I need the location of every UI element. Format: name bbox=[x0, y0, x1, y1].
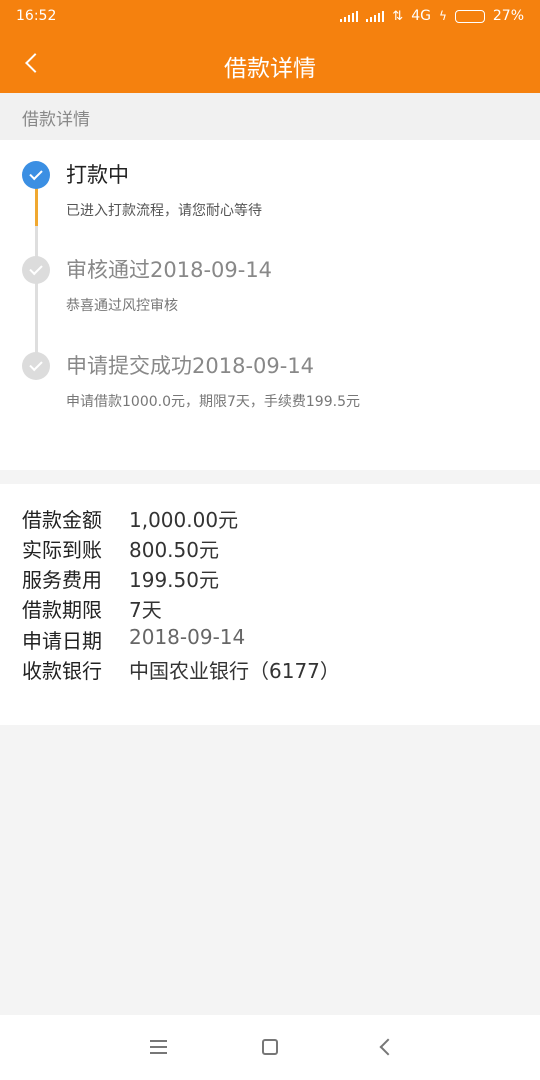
network-type: 4G bbox=[411, 8, 431, 24]
detail-value: 1,000.00元 bbox=[129, 508, 239, 532]
back-icon[interactable] bbox=[379, 1038, 397, 1056]
step-done-icon bbox=[22, 352, 50, 380]
signal-icon-2 bbox=[366, 10, 385, 22]
detail-row: 服务费用 199.50元 bbox=[22, 564, 219, 593]
status-icons: ⇅ 4G ϟ 27% bbox=[340, 8, 524, 24]
step-active-icon bbox=[22, 161, 50, 189]
step-title: 审核通过2018-09-14 bbox=[66, 258, 273, 282]
detail-row: 申请日期 2018-09-14 bbox=[22, 625, 245, 654]
detail-row: 收款银行 中国农业银行（6177） bbox=[22, 655, 340, 684]
system-nav-bar bbox=[0, 1015, 540, 1080]
detail-label: 实际到账 bbox=[22, 538, 102, 562]
step-title: 打款中 bbox=[66, 163, 129, 187]
step-done-icon bbox=[22, 256, 50, 284]
status-bar: 16:52 ⇅ 4G ϟ 27% bbox=[0, 0, 540, 33]
step-desc: 恭喜通过风控审核 bbox=[66, 298, 178, 314]
step-desc: 已进入打款流程，请您耐心等待 bbox=[66, 203, 262, 219]
home-icon[interactable] bbox=[262, 1039, 278, 1055]
loan-details: 借款金额 1,000.00元 实际到账 800.50元 服务费用 199.50元… bbox=[0, 484, 540, 725]
step-desc: 申请借款1000.0元，期限7天，手续费199.5元 bbox=[66, 394, 360, 410]
step-title: 申请提交成功2018-09-14 bbox=[66, 354, 315, 378]
detail-row: 实际到账 800.50元 bbox=[22, 534, 219, 563]
detail-value: 199.50元 bbox=[129, 568, 219, 592]
detail-label: 收款银行 bbox=[22, 659, 102, 683]
detail-label: 借款期限 bbox=[22, 598, 102, 622]
section-header-label: 借款详情 bbox=[22, 110, 90, 130]
timeline-progress-line bbox=[35, 188, 38, 226]
detail-label: 服务费用 bbox=[22, 568, 102, 592]
page-title: 借款详情 bbox=[224, 56, 316, 82]
data-transfer-icon: ⇅ bbox=[392, 8, 404, 24]
detail-value: 2018-09-14 bbox=[129, 625, 246, 649]
battery-icon bbox=[454, 9, 485, 23]
status-time: 16:52 bbox=[16, 8, 57, 24]
detail-value: 中国农业银行（6177） bbox=[129, 659, 340, 683]
detail-value: 800.50元 bbox=[129, 538, 219, 562]
detail-row: 借款期限 7天 bbox=[22, 594, 162, 623]
menu-icon[interactable] bbox=[150, 1040, 167, 1054]
detail-row: 借款金额 1,000.00元 bbox=[22, 504, 238, 533]
charging-icon: ϟ bbox=[438, 9, 447, 23]
nav-bar: 借款详情 bbox=[0, 33, 540, 93]
detail-label: 借款金额 bbox=[22, 508, 102, 532]
timeline-line bbox=[35, 226, 38, 356]
section-header: 借款详情 bbox=[0, 93, 540, 140]
detail-value: 7天 bbox=[129, 598, 162, 622]
loan-status-timeline: 打款中 已进入打款流程，请您耐心等待 审核通过2018-09-14 恭喜通过风控… bbox=[0, 140, 540, 470]
detail-label: 申请日期 bbox=[22, 629, 102, 653]
signal-icon bbox=[340, 10, 359, 22]
battery-percent: 27% bbox=[492, 8, 524, 24]
